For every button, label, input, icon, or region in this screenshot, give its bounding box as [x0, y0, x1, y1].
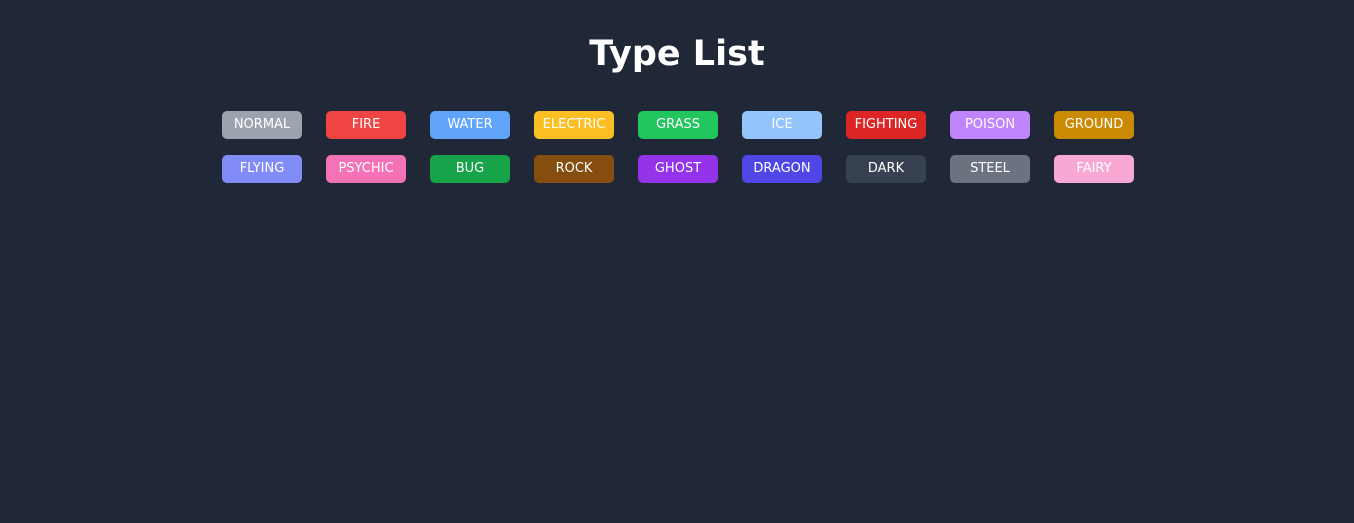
type-button-normal[interactable]: NORMAL	[222, 111, 302, 139]
type-list: NORMAL FIRE WATER ELECTRIC GRASS ICE FIG…	[222, 111, 1134, 183]
type-button-dragon[interactable]: DRAGON	[742, 155, 822, 183]
type-button-dark[interactable]: DARK	[846, 155, 926, 183]
type-button-steel[interactable]: STEEL	[950, 155, 1030, 183]
type-button-ghost[interactable]: GHOST	[638, 155, 718, 183]
page-title: Type List	[589, 34, 765, 74]
type-button-bug[interactable]: BUG	[430, 155, 510, 183]
type-button-flying[interactable]: FLYING	[222, 155, 302, 183]
type-button-poison[interactable]: POISON	[950, 111, 1030, 139]
type-button-ground[interactable]: GROUND	[1054, 111, 1134, 139]
type-button-grass[interactable]: GRASS	[638, 111, 718, 139]
type-button-water[interactable]: WATER	[430, 111, 510, 139]
type-button-electric[interactable]: ELECTRIC	[534, 111, 614, 139]
type-button-ice[interactable]: ICE	[742, 111, 822, 139]
type-button-fighting[interactable]: FIGHTING	[846, 111, 926, 139]
type-button-psychic[interactable]: PSYCHIC	[326, 155, 406, 183]
type-button-fire[interactable]: FIRE	[326, 111, 406, 139]
type-button-fairy[interactable]: FAIRY	[1054, 155, 1134, 183]
type-button-rock[interactable]: ROCK	[534, 155, 614, 183]
